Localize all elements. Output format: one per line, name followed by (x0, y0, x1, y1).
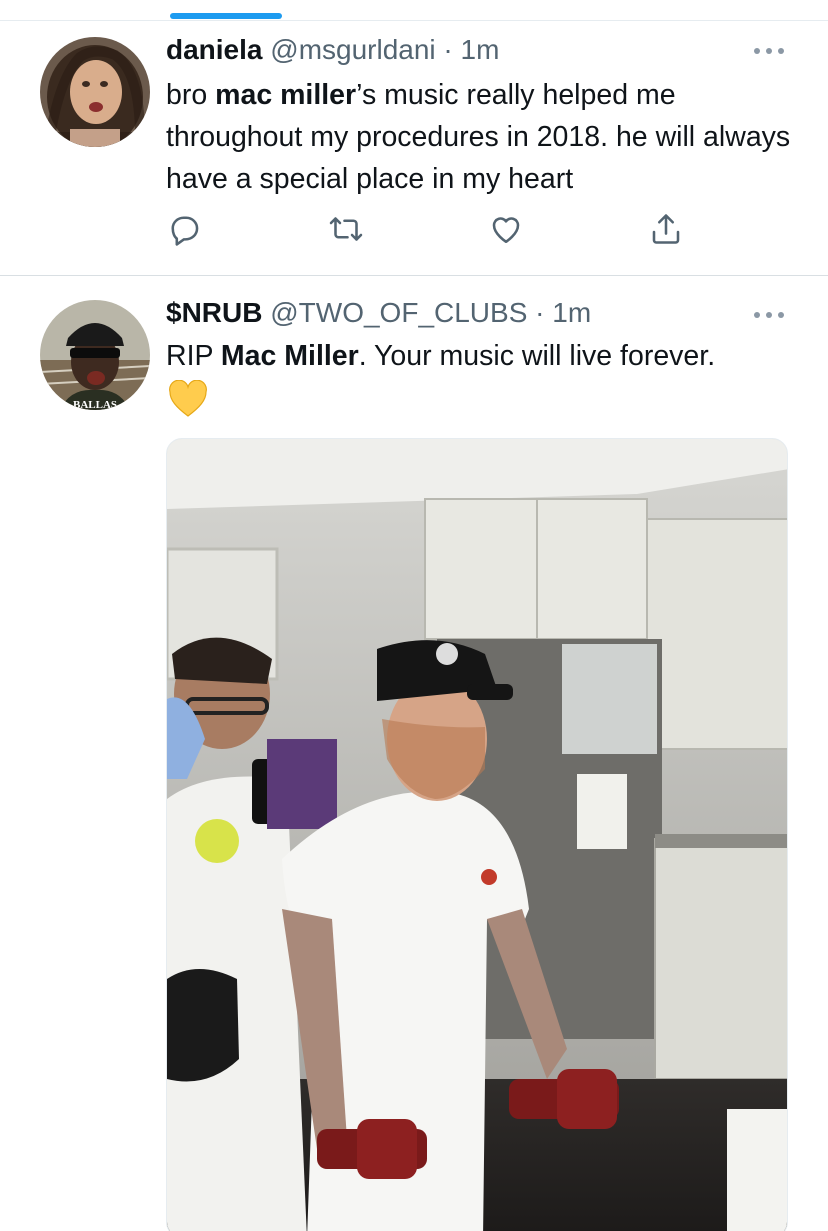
tweet-photo[interactable] (166, 438, 788, 1231)
separator: · (535, 297, 545, 328)
display-name[interactable]: daniela (166, 34, 262, 65)
tweet-text: RIP Mac Miller. Your music will live for… (166, 335, 806, 377)
tweet-actions (0, 211, 828, 251)
like-icon[interactable] (488, 211, 524, 247)
user-handle[interactable]: @TWO_OF_CLUBS (270, 297, 527, 328)
tweet-header: $NRUB @TWO_OF_CLUBS · 1m (166, 296, 591, 330)
tweet[interactable]: daniela @msgurldani · 1m bro mac miller’… (0, 21, 828, 275)
user-handle[interactable]: @msgurldani (270, 34, 435, 65)
more-options-icon[interactable] (754, 309, 784, 319)
more-options-icon[interactable] (754, 45, 784, 55)
reply-icon[interactable] (166, 211, 202, 247)
mention-highlight: Mac Miller (220, 340, 359, 372)
tweet-text-part: . Your music will live forever. (358, 340, 716, 372)
yellow-heart-icon (168, 379, 208, 418)
separator: · (443, 34, 453, 65)
tweet-text-part: bro (166, 79, 216, 111)
tweet[interactable]: BALLAS $NRUB @TWO_OF_CLUBS · 1m RIP Mac … (0, 276, 828, 1231)
display-name[interactable]: $NRUB (166, 297, 262, 328)
timestamp[interactable]: 1m (461, 34, 500, 65)
tweet-text: bro mac miller’s music really helped me … (166, 74, 806, 200)
timestamp[interactable]: 1m (552, 297, 591, 328)
tab-indicator (170, 13, 282, 19)
avatar[interactable]: BALLAS (40, 300, 150, 410)
avatar[interactable] (40, 37, 150, 147)
mention-highlight: mac miller (215, 79, 357, 111)
share-icon[interactable] (648, 211, 684, 247)
tweet-header: daniela @msgurldani · 1m (166, 33, 499, 67)
retweet-icon[interactable] (328, 211, 364, 247)
avatar-caption: BALLAS (73, 399, 117, 410)
tweet-text-part: RIP (166, 340, 221, 372)
